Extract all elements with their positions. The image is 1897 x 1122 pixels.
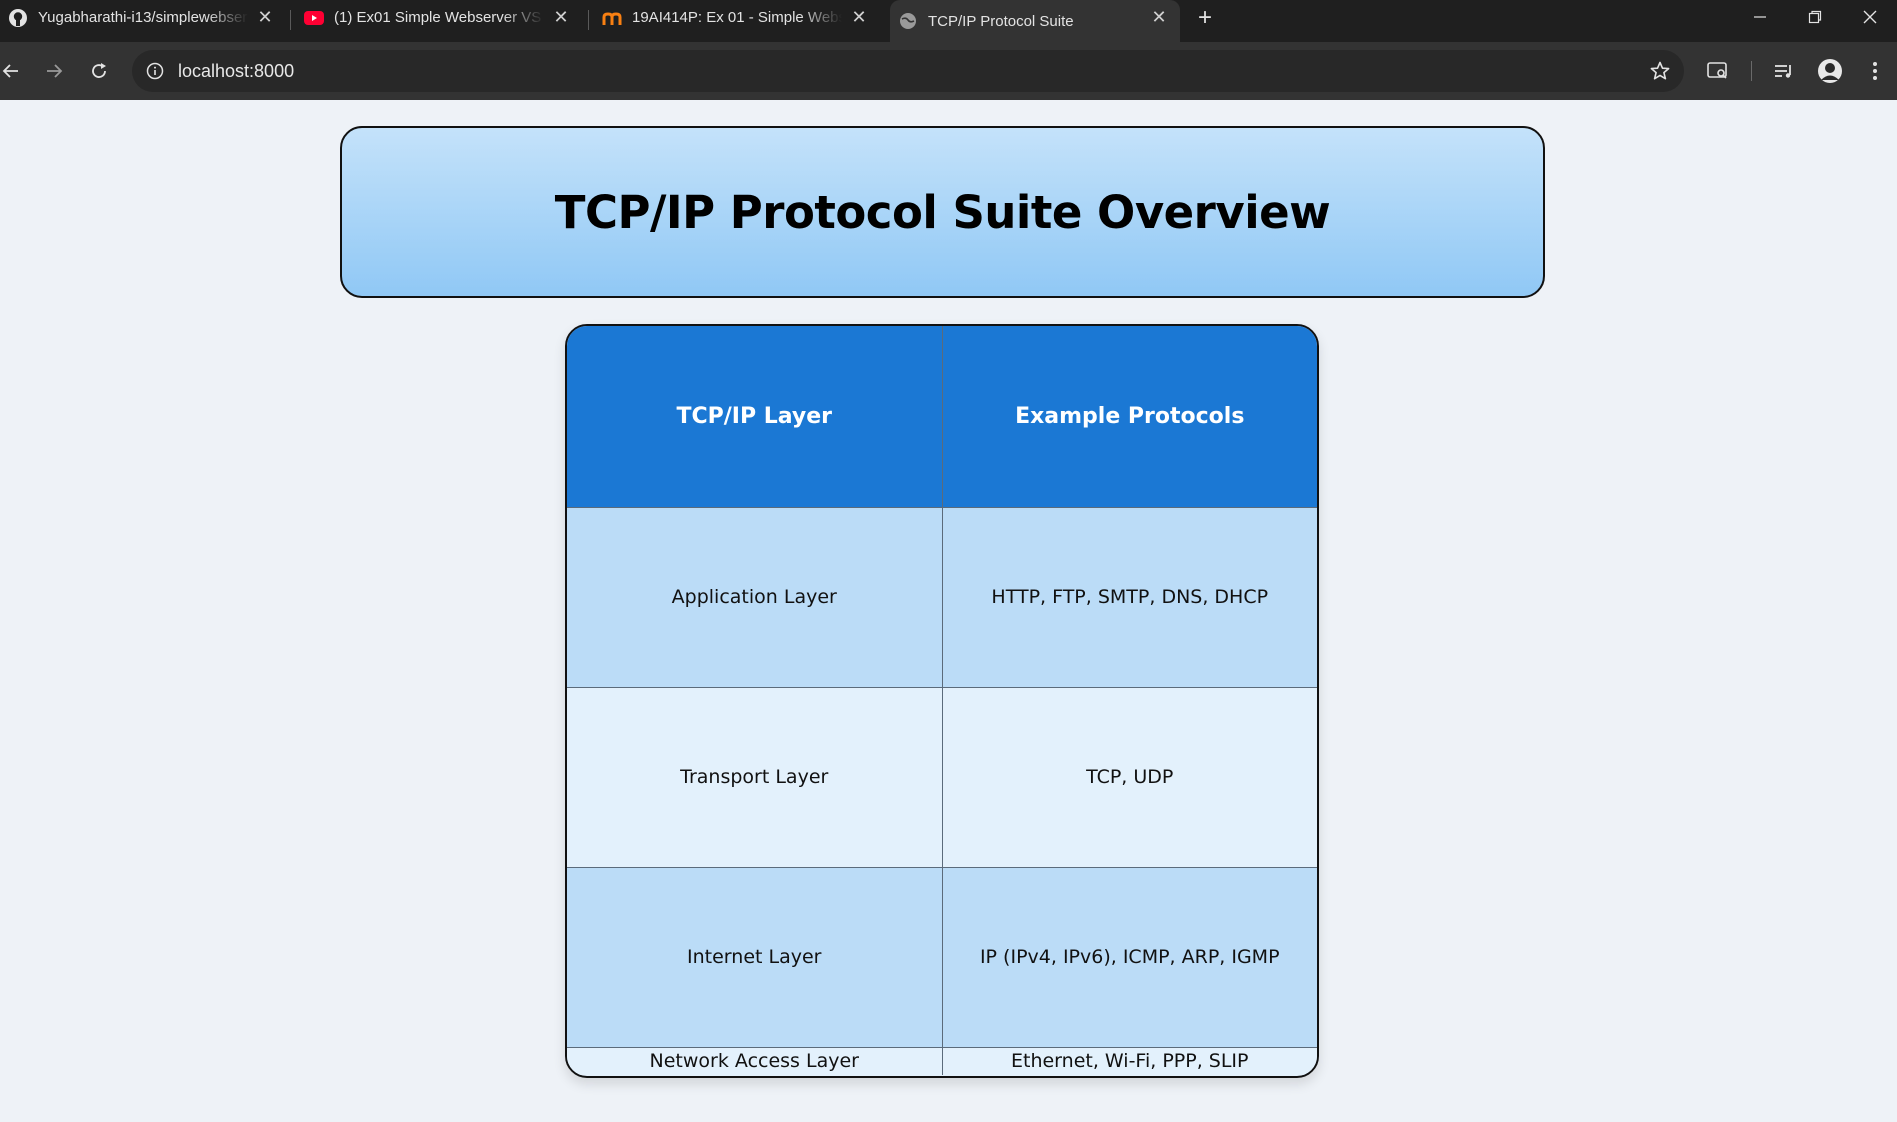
- table-row: Transport Layer TCP, UDP: [567, 686, 1317, 867]
- back-icon[interactable]: [0, 54, 28, 88]
- layer-cell: Application Layer: [567, 506, 943, 687]
- tab-separator: [588, 10, 589, 30]
- globe-icon: [898, 11, 918, 31]
- toolbar-divider: [1751, 61, 1752, 81]
- column-header-protocols: Example Protocols: [942, 326, 1317, 507]
- tab-strip: Yugabharathi-i13/simplewebserver ✕ (1) E…: [0, 0, 1897, 42]
- tab-youtube[interactable]: (1) Ex01 Simple Webserver VS Code ✕: [296, 0, 582, 35]
- page-header: TCP/IP Protocol Suite Overview: [340, 126, 1545, 298]
- tab-title: Yugabharathi-i13/simplewebserver: [38, 9, 248, 26]
- tab-moodle[interactable]: 19AI414P: Ex 01 - Simple Webserver ✕: [594, 0, 880, 35]
- protocols-cell: Ethernet, Wi-Fi, PPP, SLIP: [942, 1046, 1317, 1075]
- menu-kebab-icon[interactable]: [1858, 54, 1892, 88]
- reload-icon[interactable]: [82, 54, 116, 88]
- site-info-icon[interactable]: [144, 60, 166, 82]
- new-tab-icon[interactable]: +: [1192, 4, 1218, 31]
- browser-toolbar: localhost:8000: [0, 42, 1897, 100]
- tab-github[interactable]: Yugabharathi-i13/simplewebserver ✕: [0, 0, 286, 35]
- close-tab-icon[interactable]: ✕: [1148, 6, 1170, 28]
- moodle-icon: [602, 8, 622, 28]
- forward-icon[interactable]: [37, 54, 71, 88]
- tab-title: TCP/IP Protocol Suite: [928, 12, 1074, 30]
- close-tab-icon[interactable]: ✕: [848, 6, 870, 28]
- media-controls-icon[interactable]: [1767, 54, 1801, 88]
- close-tab-icon[interactable]: ✕: [550, 6, 572, 28]
- profile-avatar-icon[interactable]: [1813, 54, 1847, 88]
- tab-search-icon[interactable]: [1701, 54, 1735, 88]
- protocols-cell: HTTP, FTP, SMTP, DNS, DHCP: [942, 506, 1317, 687]
- protocol-table: TCP/IP Layer Example Protocols Applicati…: [567, 326, 1317, 1075]
- youtube-icon: [304, 8, 324, 28]
- tab-title: (1) Ex01 Simple Webserver VS Code: [334, 9, 544, 26]
- protocol-table-container: TCP/IP Layer Example Protocols Applicati…: [565, 324, 1319, 1078]
- minimize-icon[interactable]: [1733, 0, 1787, 34]
- protocols-cell: TCP, UDP: [942, 686, 1317, 867]
- address-text[interactable]: localhost:8000: [178, 50, 294, 92]
- layer-cell: Network Access Layer: [567, 1046, 943, 1075]
- tab-active[interactable]: TCP/IP Protocol Suite ✕: [890, 0, 1180, 42]
- protocols-cell: IP (IPv4, IPv6), ICMP, ARP, IGMP: [942, 866, 1317, 1047]
- tab-separator: [290, 10, 291, 30]
- bookmark-star-icon[interactable]: [1648, 59, 1672, 83]
- page-viewport: TCP/IP Protocol Suite Overview TCP/IP La…: [0, 100, 1897, 1122]
- page-title: TCP/IP Protocol Suite Overview: [554, 185, 1331, 239]
- close-window-icon[interactable]: [1843, 0, 1897, 34]
- tab-title: 19AI414P: Ex 01 - Simple Webserver: [632, 9, 842, 26]
- address-bar[interactable]: localhost:8000: [132, 50, 1684, 92]
- close-tab-icon[interactable]: ✕: [254, 6, 276, 28]
- layer-cell: Internet Layer: [567, 866, 943, 1047]
- github-icon: [8, 8, 28, 28]
- layer-cell: Transport Layer: [567, 686, 943, 867]
- table-row: Internet Layer IP (IPv4, IPv6), ICMP, AR…: [567, 866, 1317, 1047]
- table-header-row: TCP/IP Layer Example Protocols: [567, 326, 1317, 507]
- restore-icon[interactable]: [1788, 0, 1842, 34]
- column-header-layer: TCP/IP Layer: [567, 326, 943, 507]
- table-row: Application Layer HTTP, FTP, SMTP, DNS, …: [567, 506, 1317, 687]
- table-row: Network Access Layer Ethernet, Wi-Fi, PP…: [567, 1046, 1317, 1075]
